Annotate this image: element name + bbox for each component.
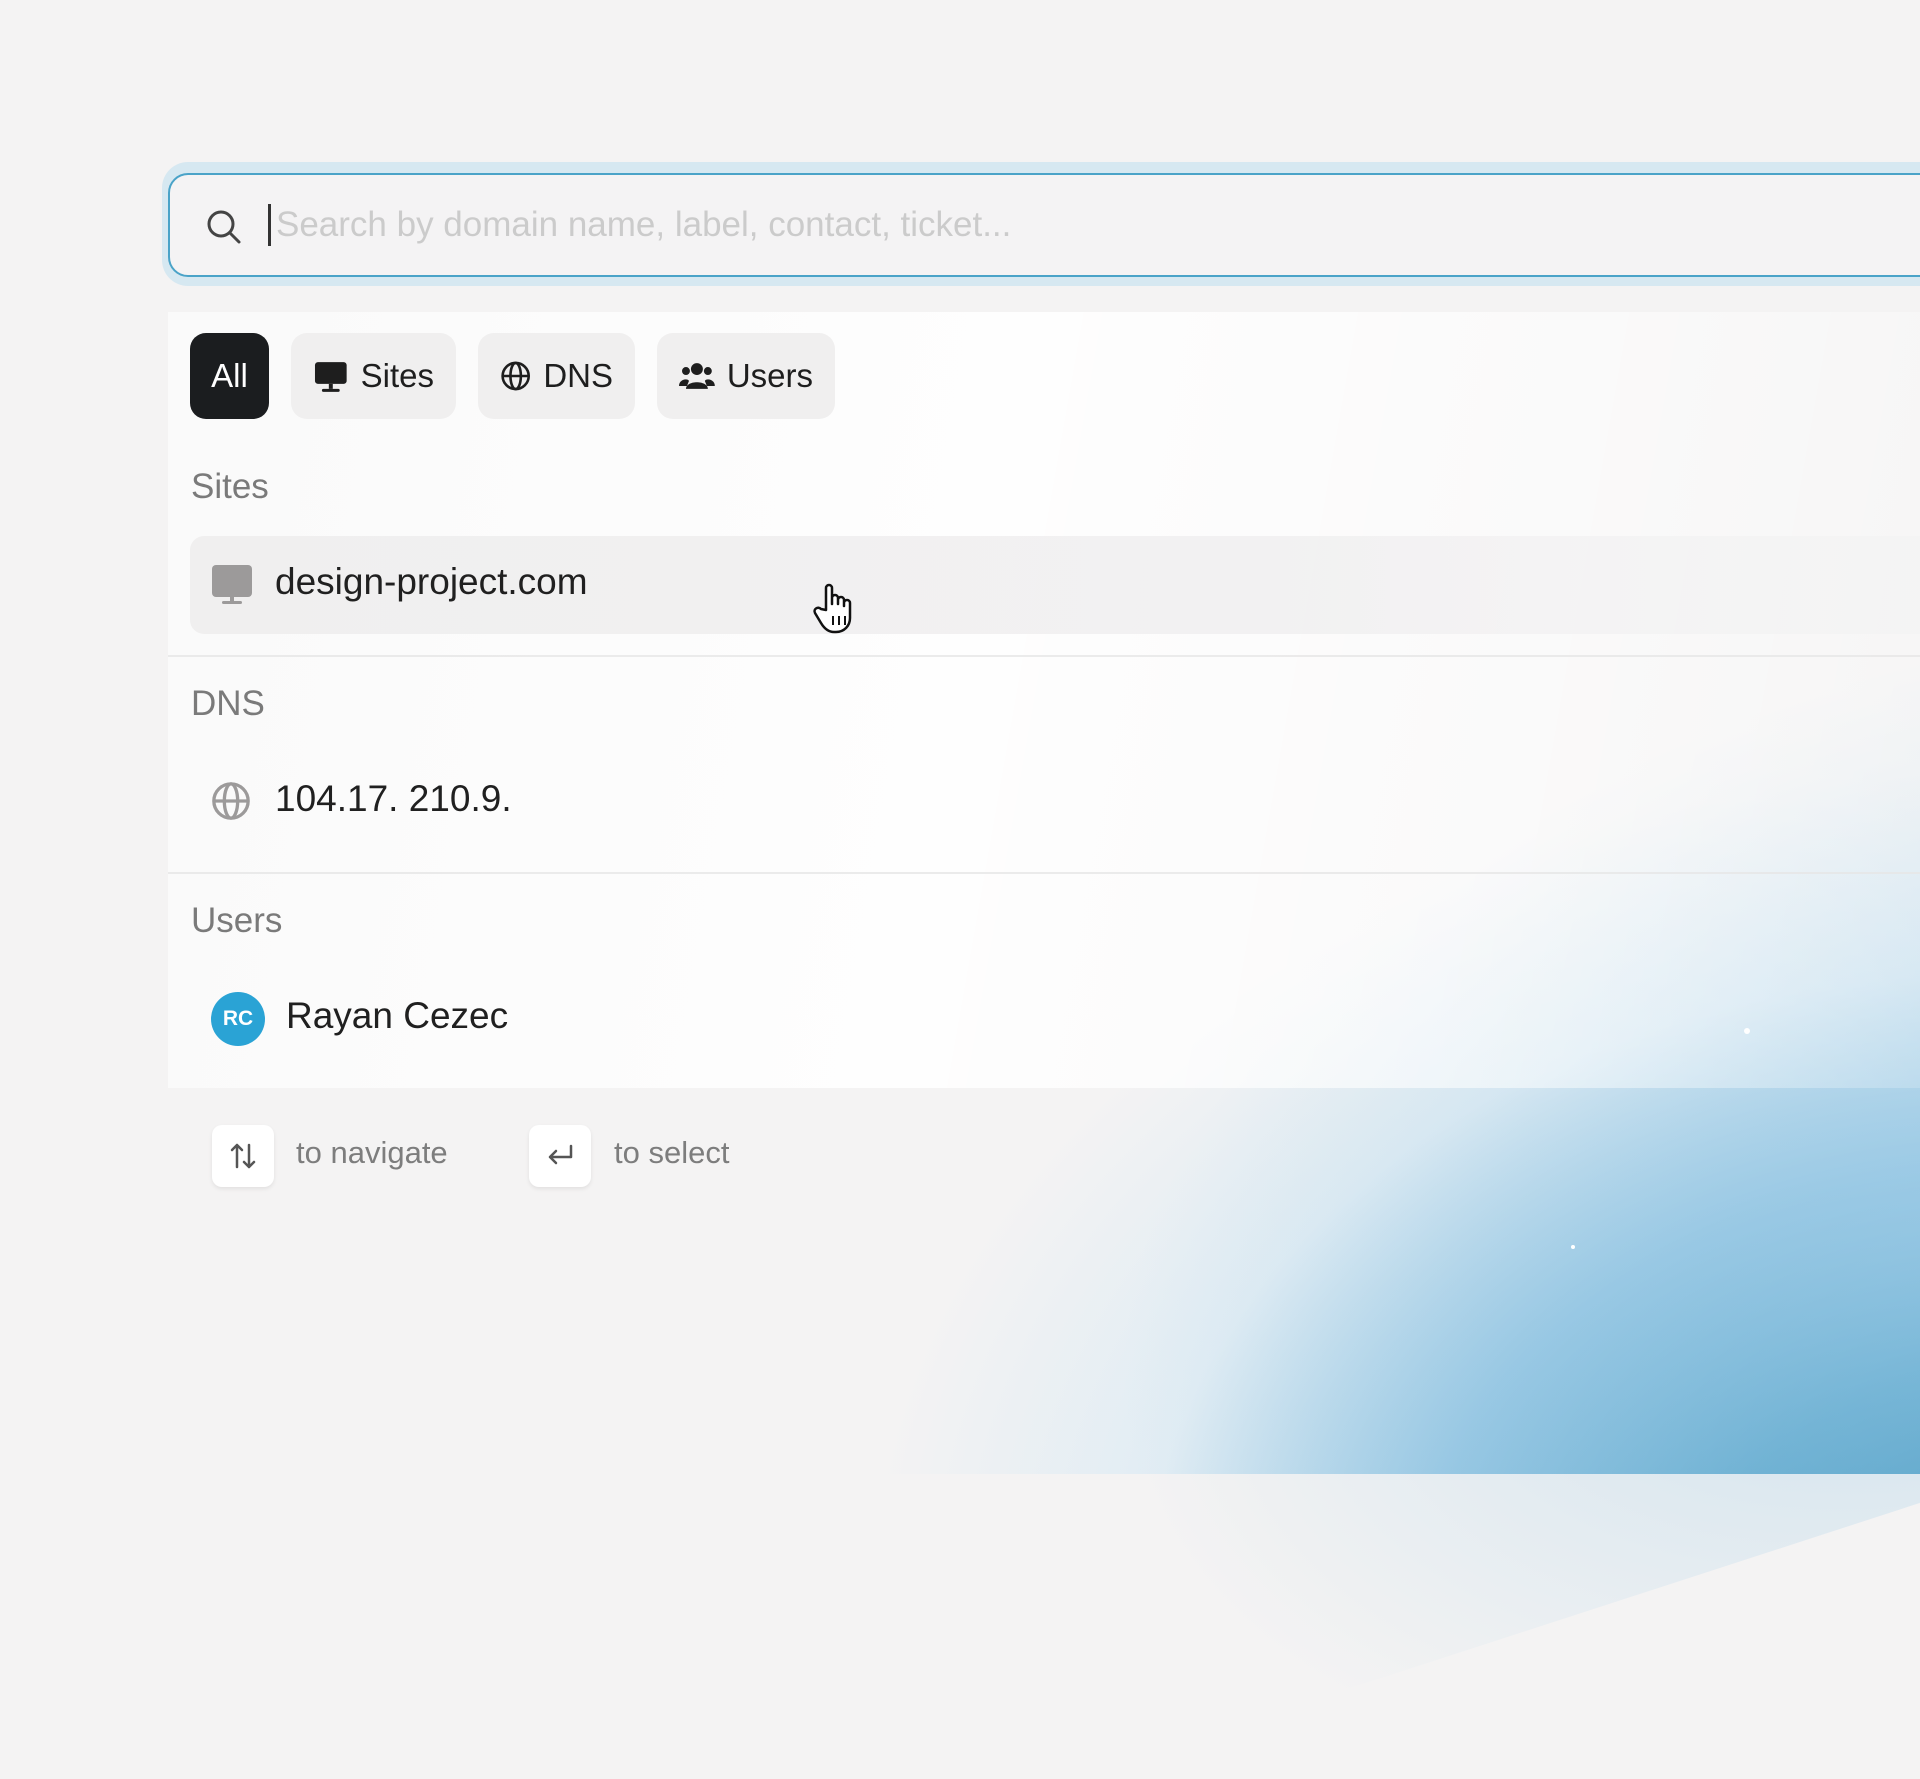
globe-icon <box>501 361 531 391</box>
result-item-label: design-project.com <box>275 561 588 602</box>
section-divider <box>168 872 1920 874</box>
section-divider <box>168 655 1920 657</box>
monitor-icon <box>314 362 347 392</box>
sparkle-dot <box>1571 1245 1575 1249</box>
filter-chip-label: Users <box>726 357 813 394</box>
text-caret <box>268 204 271 246</box>
arrows-up-down-icon <box>230 1143 256 1169</box>
avatar: RC <box>211 992 265 1046</box>
search-icon <box>207 210 241 244</box>
globe-icon <box>212 782 250 820</box>
enter-icon <box>548 1144 573 1165</box>
monitor-icon <box>212 565 252 604</box>
filter-chip-label: All <box>211 357 248 394</box>
filter-chip-dns[interactable]: DNS <box>478 333 635 419</box>
filter-chip-label: Sites <box>360 357 434 394</box>
enter-key <box>529 1125 591 1187</box>
navigate-hint: to navigate <box>296 1135 448 1170</box>
hand-cursor-icon <box>813 583 852 634</box>
result-item-label: Rayan Cezec <box>286 995 509 1036</box>
section-label-users: Users <box>191 901 283 940</box>
users-icon <box>679 363 715 389</box>
filter-chip-sites[interactable]: Sites <box>291 333 456 419</box>
section-label-dns: DNS <box>191 684 265 723</box>
filter-chip-all[interactable]: All <box>190 333 269 419</box>
result-item-label: 104.17. 210.9. <box>275 778 512 819</box>
section-label-sites: Sites <box>191 467 269 506</box>
filter-chip-label: DNS <box>543 357 613 394</box>
select-hint: to select <box>614 1135 730 1170</box>
navigate-key <box>212 1125 274 1187</box>
search-input[interactable] <box>276 198 1876 252</box>
filter-chip-users[interactable]: Users <box>657 333 835 419</box>
